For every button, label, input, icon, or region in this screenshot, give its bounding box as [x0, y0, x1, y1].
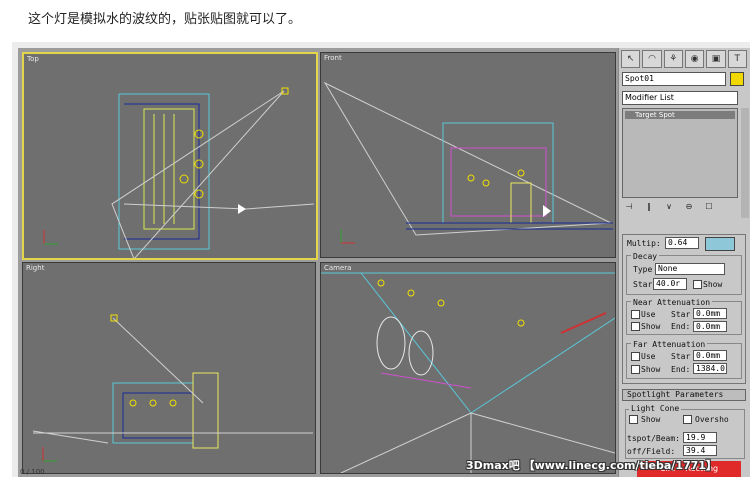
- modifier-list-dropdown[interactable]: Modifier List: [622, 91, 738, 105]
- overshoot-label: Oversho: [695, 415, 729, 424]
- hotspot-field[interactable]: 19.9: [683, 432, 717, 443]
- near-show-checkbox[interactable]: [631, 322, 640, 331]
- viewport-front-label: Front: [324, 54, 342, 62]
- stack-toolbar: ⊣ ‖ ∨ ⊖ ☐: [622, 200, 736, 216]
- far-end-field[interactable]: 1384.0: [693, 363, 727, 374]
- overshoot-checkbox[interactable]: [683, 415, 692, 424]
- decay-type-dropdown[interactable]: None: [655, 263, 725, 275]
- near-end-label: End:: [671, 322, 691, 331]
- far-show-checkbox[interactable]: [631, 365, 640, 374]
- near-use-checkbox[interactable]: [631, 310, 640, 319]
- command-panel-tabs: ↖ ◠ ⚘ ◉ ▣ T: [621, 50, 747, 68]
- hierarchy-icon[interactable]: ⚘: [663, 50, 683, 68]
- multiplier-label: Multip:: [627, 239, 661, 248]
- camera-viewport-wireframe: [321, 272, 615, 473]
- multiplier-field[interactable]: 0.64: [665, 237, 699, 249]
- near-start-field[interactable]: 0.0mm: [693, 308, 727, 319]
- near-use-label: Use: [641, 310, 656, 319]
- configure-sets-icon[interactable]: ☐: [702, 200, 716, 214]
- 3dsmax-window: Top Front Right Camera ↖ ◠ ⚘ ◉ ▣ T Spot0…: [18, 48, 750, 477]
- object-color-swatch[interactable]: [730, 72, 744, 86]
- utility-icon[interactable]: T: [727, 50, 747, 68]
- near-attenuation-title: Near Attenuation: [631, 298, 713, 307]
- cone-show-checkbox[interactable]: [629, 415, 638, 424]
- falloff-field[interactable]: 39.4: [683, 445, 717, 456]
- modifier-stack: Target Spot: [622, 108, 738, 198]
- decay-type-label: Type: [633, 265, 653, 274]
- top-viewport-wireframe: [43, 87, 315, 258]
- light-cone-title: Light Cone: [629, 404, 682, 413]
- viewport-camera[interactable]: Camera: [320, 262, 616, 474]
- near-end-field[interactable]: 0.0mm: [693, 321, 727, 332]
- show-end-result-icon[interactable]: ‖: [642, 200, 656, 214]
- far-show-label: Show: [641, 365, 661, 374]
- viewport-right-label: Right: [26, 264, 45, 272]
- intensity-rollout: Multip: 0.64 Decay Type None Star 40.0r …: [622, 234, 746, 384]
- viewport-camera-label: Camera: [324, 264, 352, 272]
- hotspot-label: tspot/Beam:: [627, 434, 680, 443]
- far-use-label: Use: [641, 352, 656, 361]
- cone-show-label: Show: [641, 415, 661, 424]
- decay-title: Decay: [631, 252, 660, 261]
- right-viewport-wireframe: [32, 314, 313, 462]
- object-name-field[interactable]: Spot01: [622, 72, 726, 86]
- falloff-label: off/Field:: [627, 447, 676, 456]
- front-viewport-wireframe: [323, 81, 613, 244]
- near-start-label: Star: [671, 310, 691, 319]
- far-use-checkbox[interactable]: [631, 352, 640, 361]
- far-attenuation-title: Far Attenuation: [631, 340, 708, 349]
- motion-icon[interactable]: ◉: [684, 50, 705, 68]
- far-end-label: End:: [671, 365, 691, 374]
- viewport-top[interactable]: Top: [22, 52, 318, 260]
- light-color-swatch[interactable]: [705, 237, 735, 251]
- spotlight-parameters-header[interactable]: Spotlight Parameters: [622, 389, 746, 401]
- decay-start-label: Star: [633, 280, 653, 289]
- curve-icon[interactable]: ◠: [642, 50, 662, 68]
- viewport-right[interactable]: Right: [22, 262, 316, 474]
- decay-show-label: Show: [703, 280, 723, 289]
- far-start-label: Star: [671, 352, 691, 361]
- pin-stack-icon[interactable]: ⊣: [622, 200, 636, 214]
- post-caption: 这个灯是模拟水的波纹的，贴张贴图就可以了。: [28, 12, 302, 27]
- make-unique-icon[interactable]: ∨: [662, 200, 676, 214]
- time-slider-status: 0 / 100: [20, 468, 45, 476]
- pointer-icon[interactable]: ↖: [621, 50, 641, 68]
- panel-scrollbar[interactable]: [741, 108, 749, 218]
- site-watermark: 3Dmax吧 【www.linecg.com/tieba/1771】: [466, 459, 717, 472]
- viewport-top-label: Top: [27, 55, 39, 63]
- decay-start-field[interactable]: 40.0r: [653, 278, 687, 290]
- far-start-field[interactable]: 0.0mm: [693, 350, 727, 361]
- decay-show-checkbox[interactable]: [693, 280, 702, 289]
- command-panel: ↖ ◠ ⚘ ◉ ▣ T Spot01 Modifier List Target …: [618, 48, 750, 477]
- display-icon[interactable]: ▣: [706, 50, 726, 68]
- remove-modifier-icon[interactable]: ⊖: [682, 200, 696, 214]
- near-show-label: Show: [641, 322, 661, 331]
- stack-item-target-spot[interactable]: Target Spot: [625, 111, 735, 119]
- viewport-front[interactable]: Front: [320, 52, 616, 258]
